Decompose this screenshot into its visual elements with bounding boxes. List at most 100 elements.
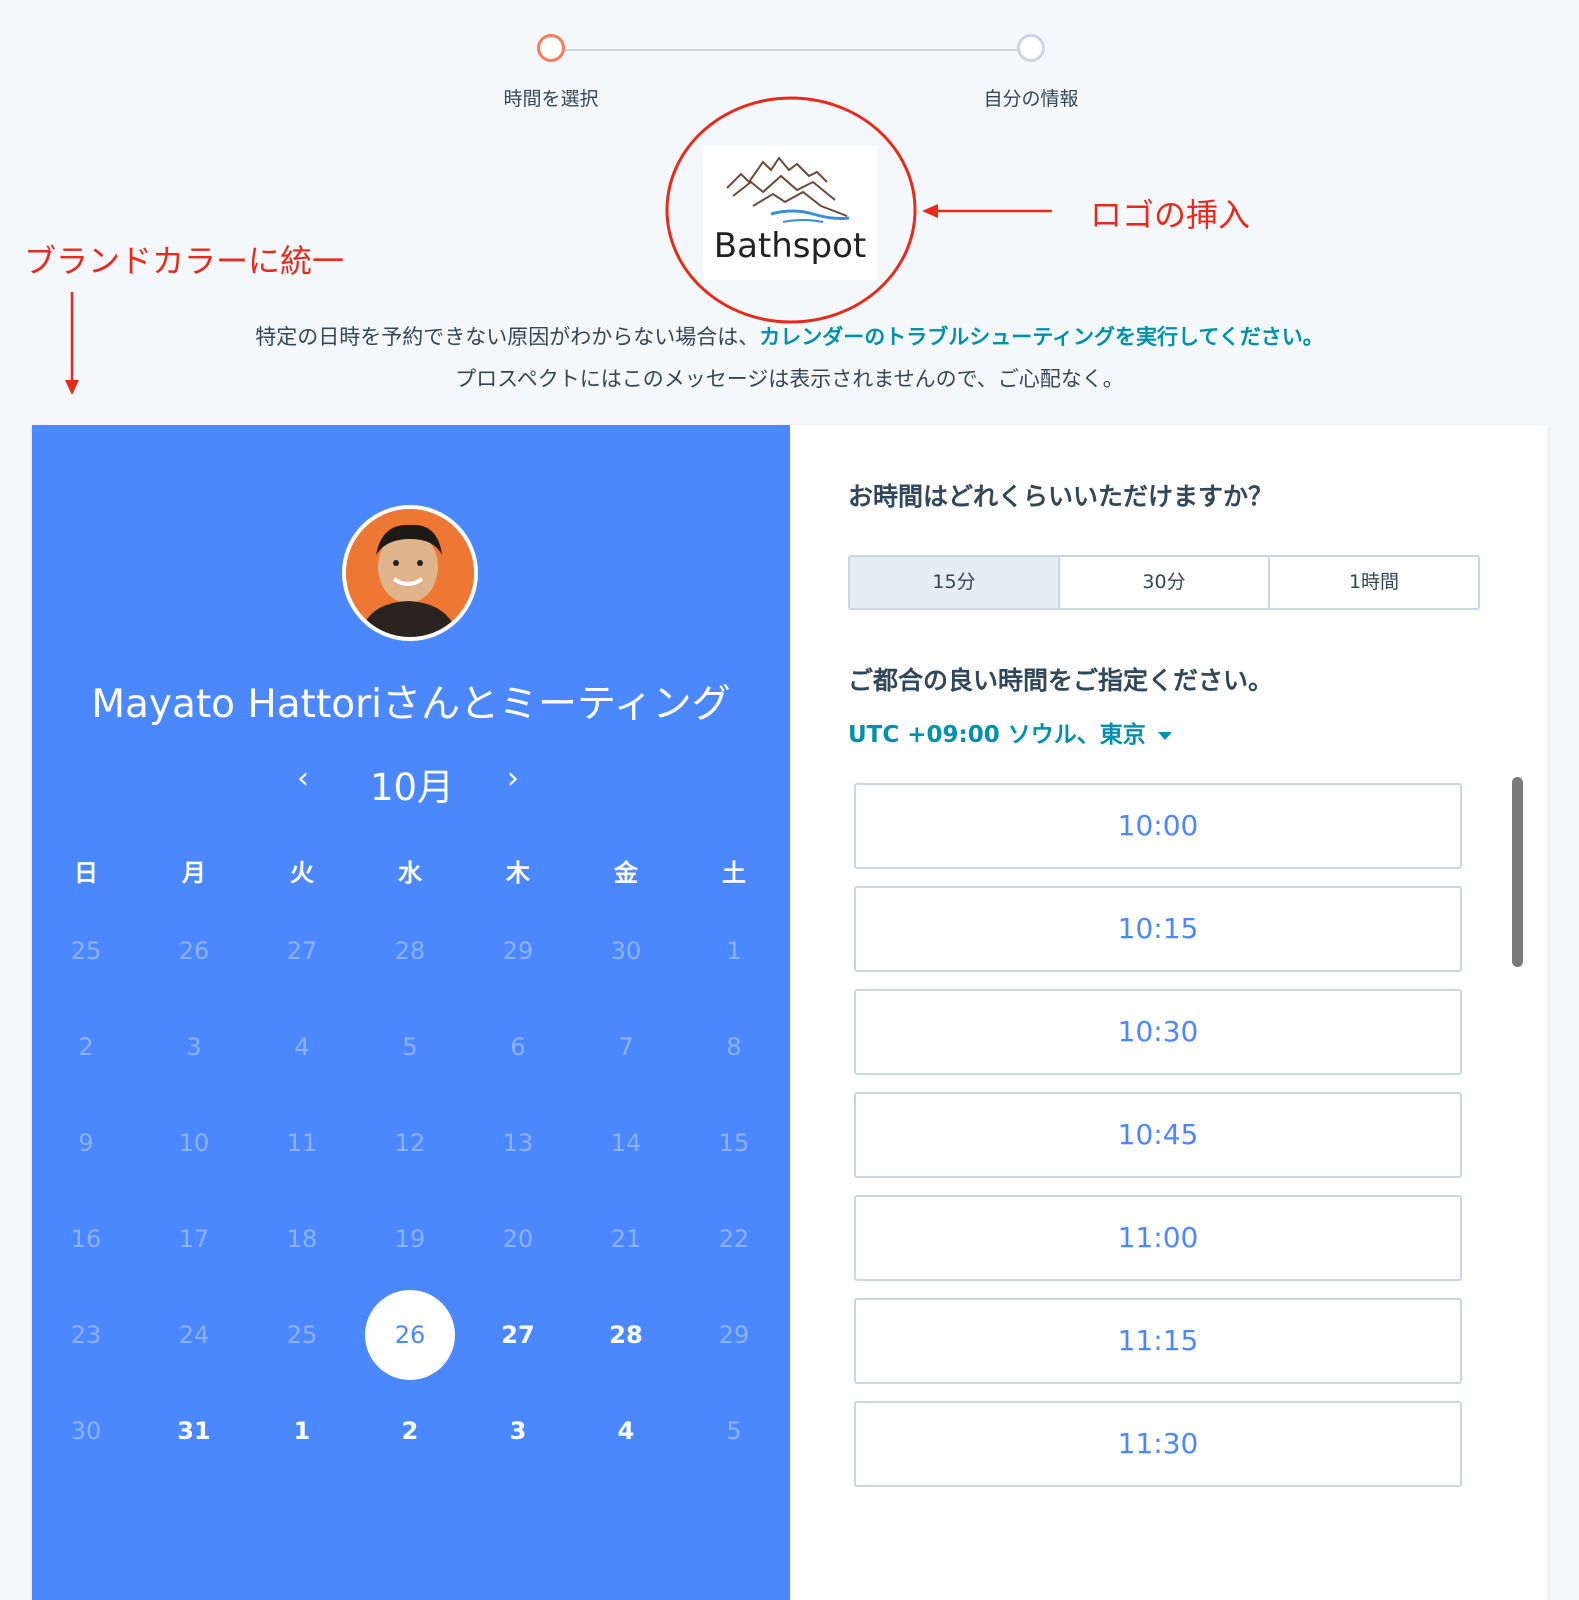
- calendar-day: 1: [726, 937, 742, 965]
- time-slot-button[interactable]: 11:15: [854, 1298, 1462, 1384]
- prev-month-button[interactable]: ‹: [297, 761, 309, 796]
- calendar-day-selected[interactable]: 26: [356, 1290, 464, 1380]
- calendar-day: 17: [178, 1225, 210, 1253]
- calendar-day: 8: [726, 1033, 742, 1061]
- timezone-dropdown[interactable]: UTC +09:00 ソウル、東京: [848, 715, 1172, 749]
- weekday-mon: 月: [182, 859, 206, 887]
- calendar-day: 30: [610, 937, 642, 965]
- calendar-day: 27: [286, 937, 318, 965]
- calendar-day-available[interactable]: 1: [248, 1401, 356, 1461]
- info-line-1: 特定の日時を予約できない原因がわからない場合は、カレンダーのトラブルシューティン…: [0, 316, 1579, 358]
- calendar-day: 20: [502, 1225, 534, 1253]
- weekday-tue: 火: [290, 859, 314, 887]
- time-slot-button[interactable]: 11:30: [854, 1401, 1462, 1487]
- time-slot-button[interactable]: 10:30: [854, 989, 1462, 1075]
- calendar-day: 30: [70, 1417, 102, 1445]
- calendar-day: 24: [178, 1321, 210, 1349]
- calendar-day-available[interactable]: 3: [464, 1401, 572, 1461]
- duration-question: お時間はどれくらいいただけますか？: [848, 482, 1274, 511]
- info-line-1-text: 特定の日時を予約できない原因がわからない場合は、: [255, 325, 760, 349]
- step-1-label: 時間を選択: [503, 88, 599, 110]
- calendar-day: 14: [610, 1129, 642, 1157]
- weekday-thu: 木: [506, 859, 530, 887]
- duration-selector: 15分 30分 1時間: [848, 555, 1480, 610]
- calendar-week: 9 10 11 12 13 14 15: [32, 1095, 790, 1191]
- company-logo: Bathspot: [703, 146, 877, 280]
- calendar-day: 29: [718, 1321, 750, 1349]
- calendar-day: 28: [394, 937, 426, 965]
- calendar-day: 7: [618, 1033, 634, 1061]
- weekday-fri: 金: [614, 859, 638, 887]
- time-slot-list[interactable]: 10:00 10:15 10:30 10:45 11:00 11:15 11:3…: [854, 783, 1466, 1497]
- calendar-day: 25: [286, 1321, 318, 1349]
- calendar-week: 30 31 1 2 3 4 5: [32, 1383, 790, 1479]
- mountain-logo-icon: [726, 156, 850, 223]
- calendar-day: 18: [286, 1225, 318, 1253]
- calendar-day-available[interactable]: 28: [572, 1305, 680, 1365]
- selected-day-number: 26: [365, 1290, 455, 1380]
- step-2-label: 自分の情報: [983, 88, 1079, 110]
- meeting-title: Mayato Hattoriさんとミーティング: [91, 682, 731, 727]
- timezone-label: UTC +09:00 ソウル、東京: [848, 722, 1146, 748]
- caret-down-icon: [1157, 731, 1172, 740]
- calendar-week: 25 26 27 28 29 30 1: [32, 903, 790, 999]
- time-selection-panel: お時間はどれくらいいただけますか？ 15分 30分 1時間 ご都合の良い時間をご…: [790, 425, 1548, 1600]
- slot-list-scrollbar[interactable]: [1512, 777, 1523, 967]
- time-slot-button[interactable]: 11:00: [854, 1195, 1462, 1281]
- calendar-day: 10: [178, 1129, 210, 1157]
- calendar-day: 25: [70, 937, 102, 965]
- duration-15min-button[interactable]: 15分: [850, 557, 1060, 608]
- weekday-header: 日 月 火 水 木 金 土: [32, 843, 790, 903]
- step-2-indicator: [1017, 34, 1045, 62]
- step-1-indicator: [537, 34, 565, 62]
- calendar-day: 12: [394, 1129, 426, 1157]
- calendar-day: 5: [402, 1033, 418, 1061]
- troubleshooting-message: 特定の日時を予約できない原因がわからない場合は、カレンダーのトラブルシューティン…: [0, 316, 1579, 400]
- calendar-day: 2: [78, 1033, 94, 1061]
- calendar-week: 16 17 18 19 20 21 22: [32, 1191, 790, 1287]
- troubleshoot-link[interactable]: カレンダーのトラブルシューティングを実行してください。: [759, 325, 1323, 349]
- calendar-day-available[interactable]: 4: [572, 1401, 680, 1461]
- calendar-day: 15: [718, 1129, 750, 1157]
- month-label: 10月: [369, 766, 455, 809]
- time-slot-button[interactable]: 10:15: [854, 886, 1462, 972]
- time-slot-button[interactable]: 10:45: [854, 1092, 1462, 1178]
- calendar-day: 23: [70, 1321, 102, 1349]
- time-slot-button[interactable]: 10:00: [854, 783, 1462, 869]
- booking-card: Mayato Hattoriさんとミーティング ‹ 10月 › 日 月 火 水 …: [32, 425, 1548, 1600]
- logo-wordmark: Bathspot: [713, 226, 867, 266]
- calendar-day: 5: [726, 1417, 742, 1445]
- calendar-day: 22: [718, 1225, 750, 1253]
- avatar: [342, 505, 478, 641]
- calendar-day: 19: [394, 1225, 426, 1253]
- calendar-day-available[interactable]: 2: [356, 1401, 464, 1461]
- stepper-line: [551, 49, 1031, 51]
- progress-stepper: 時間を選択 自分の情報: [0, 32, 1579, 122]
- calendar-day: 3: [186, 1033, 202, 1061]
- calendar-day-available[interactable]: 31: [140, 1401, 248, 1461]
- weekday-sun: 日: [74, 859, 98, 887]
- annotation-brand-color: ブランドカラーに統一: [24, 242, 345, 280]
- weekday-wed: 水: [398, 859, 422, 887]
- duration-1hour-button[interactable]: 1時間: [1270, 557, 1478, 608]
- month-navigation: ‹ 10月 ›: [32, 757, 790, 809]
- calendar-day: 11: [286, 1129, 318, 1157]
- calendar-day: 21: [610, 1225, 642, 1253]
- host-photo: [346, 509, 474, 637]
- calendar-panel: Mayato Hattoriさんとミーティング ‹ 10月 › 日 月 火 水 …: [32, 425, 790, 1600]
- annotation-logo-insert: ロゴの挿入: [1090, 196, 1251, 234]
- next-month-button[interactable]: ›: [507, 761, 519, 796]
- duration-30min-button[interactable]: 30分: [1060, 557, 1270, 608]
- calendar-day: 6: [510, 1033, 526, 1061]
- calendar-day-available[interactable]: 27: [464, 1305, 572, 1365]
- info-line-2: プロスペクトにはこのメッセージは表示されませんので、ご心配なく。: [455, 367, 1124, 391]
- calendar-day: 13: [502, 1129, 534, 1157]
- calendar-day: 4: [294, 1033, 310, 1061]
- logo-arrow-head: [922, 204, 938, 218]
- calendar-day: 16: [70, 1225, 102, 1253]
- slot-question: ご都合の良い時間をご指定ください。: [848, 666, 1274, 695]
- calendar-day: 29: [502, 937, 534, 965]
- calendar-day: 9: [78, 1129, 94, 1157]
- calendar-week: 2 3 4 5 6 7 8: [32, 999, 790, 1095]
- calendar-day: 26: [178, 937, 210, 965]
